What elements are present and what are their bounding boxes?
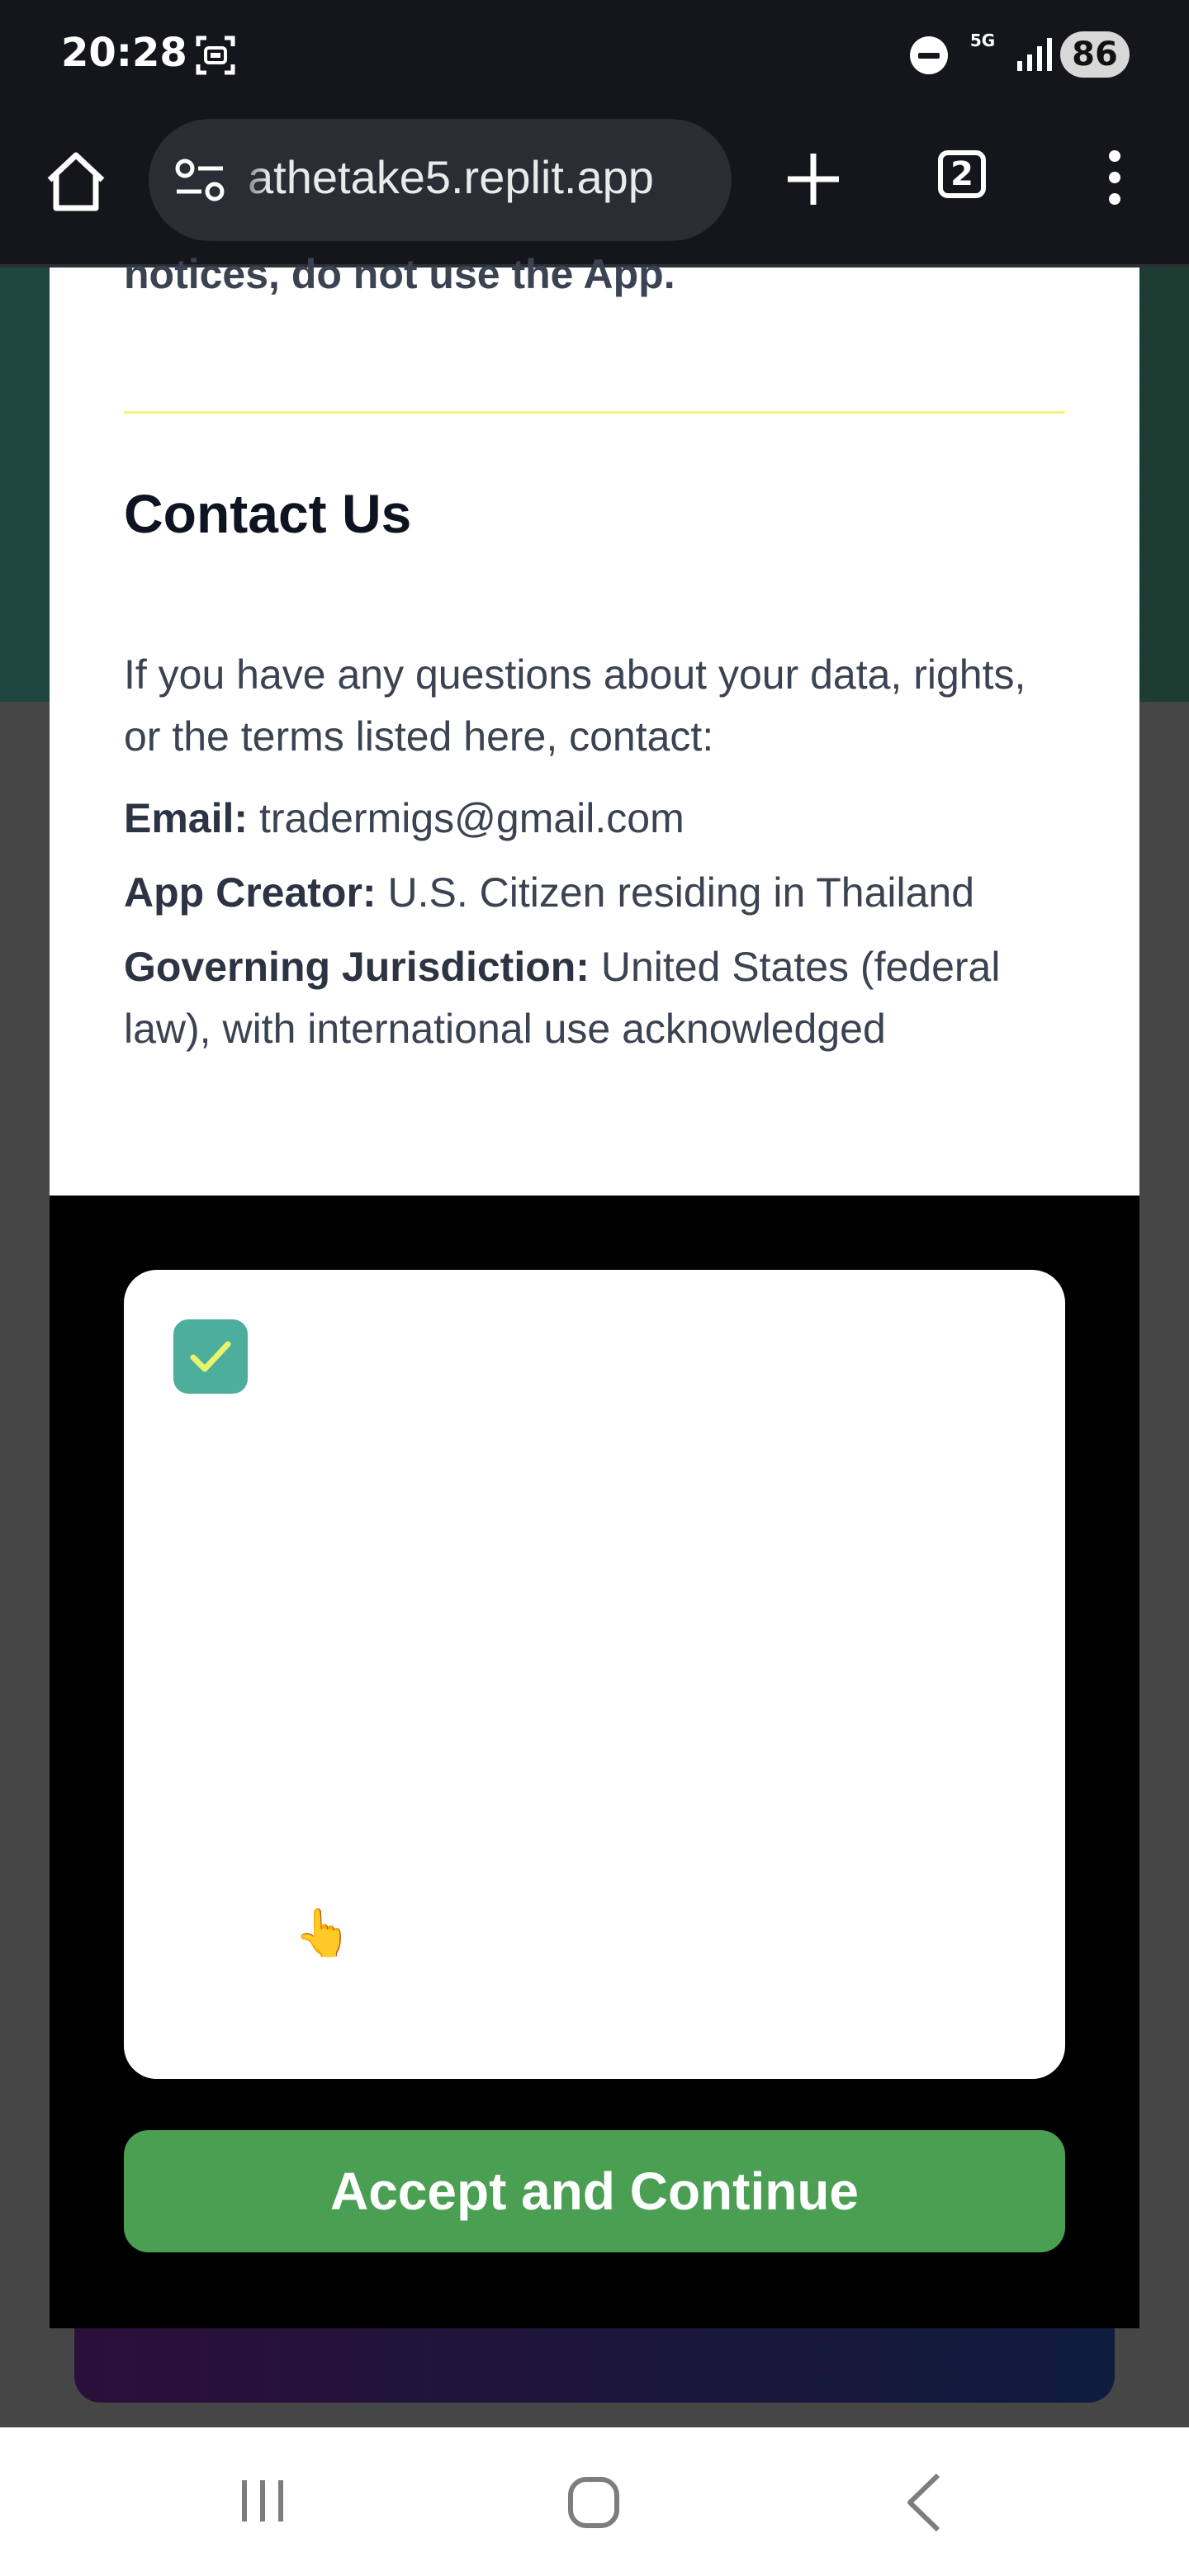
do-not-disturb-icon xyxy=(910,36,948,74)
screen-capture-icon xyxy=(196,36,235,75)
contact-intro: If you have any questions about your dat… xyxy=(124,644,1073,768)
agreement-panel[interactable]: 👆 xyxy=(124,1270,1065,2079)
creator-value: U.S. Citizen residing in Thailand xyxy=(387,869,975,916)
back-icon[interactable] xyxy=(903,2470,945,2535)
contact-email-line: Email: tradermigs@gmail.com xyxy=(124,788,1073,850)
contact-intro-text: If you have any questions about your dat… xyxy=(124,651,1026,760)
terms-modal-footer: 👆 Accept and Continue xyxy=(50,1196,1139,2328)
creator-label: App Creator: xyxy=(124,869,377,916)
status-bar: 20:28 5G 86 xyxy=(0,0,1189,112)
recents-icon[interactable] xyxy=(238,2472,287,2530)
home-icon[interactable] xyxy=(43,149,109,215)
browser-toolbar: athetake5.replit.app 2 xyxy=(0,112,1189,268)
agree-checkbox[interactable] xyxy=(173,1319,248,1394)
checkmark-icon xyxy=(190,1341,231,1372)
address-bar[interactable]: athetake5.replit.app xyxy=(149,119,732,241)
contact-us-heading: Contact Us xyxy=(124,483,412,544)
contact-jurisdiction-line: Governing Jurisdiction: United States (f… xyxy=(124,936,1073,1060)
site-settings-icon[interactable] xyxy=(173,157,226,203)
terms-notice-text: notices, do not use the App. xyxy=(124,251,675,297)
terms-modal-content: notices, do not use the App. Contact Us … xyxy=(50,251,1139,1196)
home-nav-icon[interactable] xyxy=(568,2477,619,2528)
url-text[interactable]: athetake5.replit.app xyxy=(248,150,654,204)
battery-indicator: 86 xyxy=(1060,31,1130,78)
pointer-hand-icon: 👆 xyxy=(294,1906,352,1960)
more-menu-icon[interactable] xyxy=(1098,150,1131,211)
email-value: tradermigs@gmail.com xyxy=(258,795,685,841)
system-navigation-bar xyxy=(0,2427,1189,2576)
email-label: Email: xyxy=(124,795,249,841)
new-tab-icon[interactable] xyxy=(783,149,844,210)
jurisdiction-label: Governing Jurisdiction: xyxy=(124,944,590,990)
tab-switcher-button[interactable]: 2 xyxy=(938,150,986,198)
accept-and-continue-button[interactable]: Accept and Continue xyxy=(124,2130,1065,2252)
status-time: 20:28 xyxy=(61,30,187,76)
section-divider xyxy=(124,411,1065,414)
network-type-label: 5G xyxy=(969,31,996,50)
contact-creator-line: App Creator: U.S. Citizen residing in Th… xyxy=(124,862,1073,924)
signal-icon xyxy=(1017,38,1052,71)
url-fade xyxy=(228,119,269,241)
